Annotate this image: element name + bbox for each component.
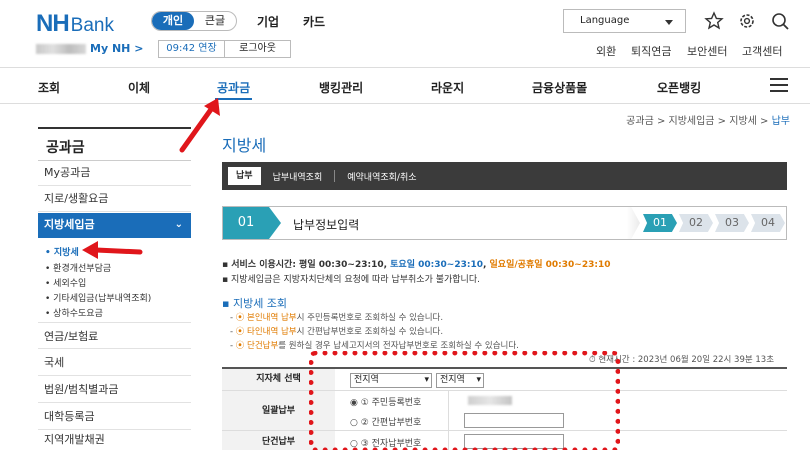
- sub-tab-bar: 납부 납부내역조회 예약내역조회/취소: [222, 162, 787, 190]
- tab-reservation[interactable]: 예약내역조회/취소: [335, 170, 428, 183]
- sidebar-item-label: 지방세입금: [44, 218, 95, 231]
- step-progress: 01 02 03 04: [643, 214, 787, 232]
- info-circle-icon: ⦿: [235, 327, 245, 337]
- sub-item-local-tax[interactable]: • 지방세: [45, 245, 79, 258]
- guide-text: 를 원하실 경우 납세고지서의 전자납부번호로 조회하실 수 있습니다.: [278, 341, 519, 351]
- page-title: 지방세: [222, 136, 267, 155]
- red-arrow-icon: [82, 241, 143, 259]
- gnb-transfer[interactable]: 이체: [128, 79, 150, 96]
- large-font-tab[interactable]: 큰글: [194, 12, 236, 30]
- gnb-open-banking[interactable]: 오픈뱅킹: [657, 79, 701, 96]
- guide-item: - ⦿ 타인내역 납부시 간편납부번호로 조회하실 수 있습니다.: [230, 325, 443, 337]
- language-select[interactable]: Language: [563, 9, 686, 33]
- red-arrow-icon: [179, 98, 220, 153]
- sidebar-item-court[interactable]: 법원/범칙별과금: [38, 376, 191, 403]
- service-hours-saturday: 토요일 00:30~23:10: [390, 260, 483, 270]
- step-indicator: 01 납부정보입력 01 02 03 04: [222, 206, 787, 240]
- gnb-banking-mgmt[interactable]: 뱅킹관리: [319, 79, 363, 96]
- cancel-notice: ▪ 지방세입금은 지방자치단체의 요청에 따라 납부취소가 불가합니다.: [222, 275, 480, 285]
- service-hours: ▪ 서비스 이용시간: 평일 00:30~23:10, 토요일 00:30~23…: [222, 260, 611, 270]
- menu-icon[interactable]: [770, 78, 788, 92]
- sub-item-water[interactable]: • 상하수도요금: [45, 306, 103, 319]
- gnb-product-mall[interactable]: 금융상품몰: [532, 79, 587, 96]
- session-extend-button[interactable]: 09:42 연장: [159, 41, 225, 57]
- tab-payment[interactable]: 납부: [228, 167, 261, 185]
- personal-tab[interactable]: 개인: [152, 12, 194, 30]
- star-icon[interactable]: [704, 11, 724, 31]
- util-link-customer[interactable]: 고객센터: [742, 43, 782, 59]
- step-4: 04: [751, 214, 785, 232]
- user-info: My NH >: [36, 42, 143, 55]
- section-title-text: 지방세 조회: [232, 297, 288, 310]
- util-link-pension[interactable]: 퇴직연금: [631, 43, 671, 59]
- divider: [0, 67, 810, 68]
- sub-item-non-tax[interactable]: • 세외수입: [45, 276, 86, 289]
- step-3: 03: [715, 214, 749, 232]
- util-link-forex[interactable]: 외환: [596, 43, 616, 59]
- highlight-annotation: [309, 351, 620, 450]
- session-box: 09:42 연장 로그아웃: [158, 40, 291, 58]
- logo-bank: Bank: [70, 15, 114, 36]
- personal-largefont-toggle: 개인 큰글: [151, 11, 237, 31]
- chevron-down-icon: ⌄: [174, 219, 183, 230]
- breadcrumb-current: 납부: [771, 116, 790, 127]
- card-tab[interactable]: 카드: [303, 13, 325, 30]
- breadcrumb-path[interactable]: 공과금 > 지방세입금 > 지방세 >: [626, 116, 771, 127]
- current-step-label: 납부정보입력: [293, 218, 360, 232]
- breadcrumb: 공과금 > 지방세입금 > 지방세 > 납부: [626, 112, 790, 127]
- tab-payment-history[interactable]: 납부내역조회: [261, 170, 335, 183]
- step-arrow: [269, 207, 281, 239]
- my-nh-link[interactable]: My NH >: [90, 42, 143, 55]
- sidebar-item-bond[interactable]: 지역개발채권: [38, 430, 191, 450]
- sidebar-item-local-tax[interactable]: 지방세입금 ⌄: [38, 213, 191, 238]
- section-title: ▪ 지방세 조회: [222, 297, 288, 310]
- current-step-number: 01: [223, 207, 269, 239]
- guide-text: 시 주민등록번호로 조회하실 수 있습니다.: [296, 313, 444, 323]
- divider: [0, 103, 810, 104]
- step-2: 02: [679, 214, 713, 232]
- logout-button[interactable]: 로그아웃: [225, 41, 290, 57]
- sidebar-item-pension[interactable]: 연금/보험료: [38, 322, 191, 349]
- service-hours-sunday: 일요일/공휴일 00:30~23:10: [489, 260, 611, 270]
- nh-bank-logo[interactable]: NH Bank: [36, 10, 114, 38]
- util-link-security[interactable]: 보안센터: [687, 43, 727, 59]
- corporate-tab[interactable]: 기업: [257, 13, 279, 30]
- gnb-inquiry[interactable]: 조회: [38, 79, 60, 96]
- guide-highlight: 본인내역 납부: [247, 313, 297, 323]
- masked-username: [36, 43, 86, 54]
- sidebar-title: 공과금: [38, 127, 191, 161]
- gnb-lounge[interactable]: 라운지: [431, 79, 464, 96]
- sidebar-item-my-bills[interactable]: My공과금: [38, 161, 191, 186]
- chevron-down-icon: [665, 20, 673, 25]
- sidebar-item-national-tax[interactable]: 국세: [38, 349, 191, 376]
- search-icon[interactable]: [770, 11, 790, 31]
- gnb-public-bills[interactable]: 공과금: [217, 79, 250, 96]
- cancel-notice-text: 지방세입금은 지방자치단체의 요청에 따라 납부취소가 불가합니다.: [230, 275, 480, 285]
- sidebar-item-giro[interactable]: 지로/생활요금: [38, 187, 191, 212]
- step-divider: [618, 207, 640, 239]
- sidebar-item-tuition[interactable]: 대학등록금: [38, 403, 191, 430]
- guide-item: - ⦿ 단건납부를 원하실 경우 납세고지서의 전자납부번호로 조회하실 수 있…: [230, 339, 519, 351]
- sub-item-other[interactable]: • 기타세입금(납부내역조회): [45, 291, 151, 304]
- sub-item-env-charge[interactable]: • 환경개선부담금: [45, 261, 111, 274]
- gear-icon[interactable]: [737, 11, 757, 31]
- guide-highlight: 타인내역 납부: [247, 327, 297, 337]
- guide-highlight: 단건납부: [247, 341, 279, 351]
- logo-nh: NH: [36, 10, 70, 37]
- guide-item: - ⦿ 본인내역 납부시 주민등록번호로 조회하실 수 있습니다.: [230, 311, 443, 323]
- step-1: 01: [643, 214, 677, 232]
- info-circle-icon: ⦿: [235, 341, 245, 351]
- language-label: Language: [580, 15, 630, 26]
- guide-text: 시 간편납부번호로 조회하실 수 있습니다.: [296, 327, 444, 337]
- page: NH Bank 개인 큰글 기업 카드 Language My NH > 09:…: [0, 0, 810, 450]
- info-circle-icon: ⦿: [235, 313, 245, 323]
- service-hours-weekday: 서비스 이용시간: 평일 00:30~23:10,: [231, 260, 391, 270]
